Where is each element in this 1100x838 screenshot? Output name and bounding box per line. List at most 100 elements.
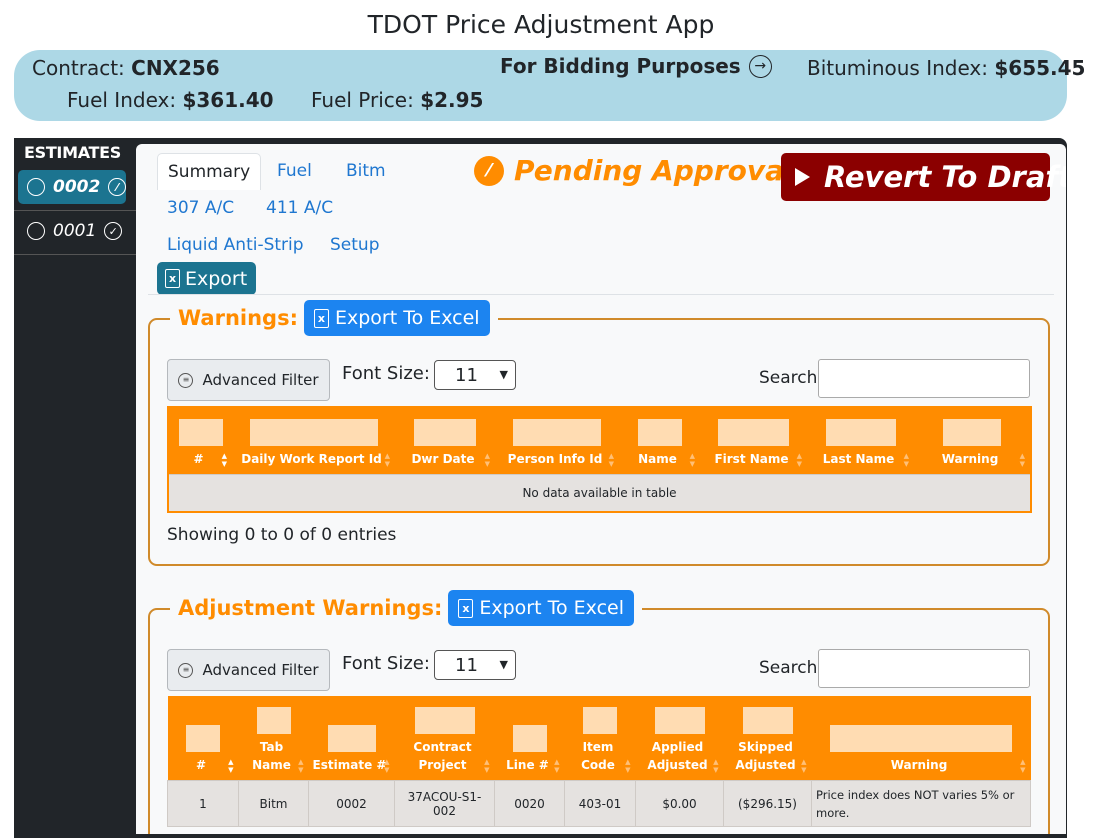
table-cell: Price index does NOT varies 5% or more.	[811, 780, 1031, 827]
chevron-down-icon: ▼	[499, 658, 508, 671]
column-header[interactable]: Warning ▲ ▼	[914, 407, 1031, 475]
excel-file-icon: x	[313, 308, 329, 328]
fuel-price-info: Fuel Price: $2.95	[311, 88, 483, 112]
sort-icon: ▲ ▼	[1019, 452, 1025, 468]
empty-table-message: No data available in table	[167, 474, 1032, 512]
search-input[interactable]	[818, 359, 1030, 398]
warnings-table: # ▲ ▼ Daily Work Report Id ▲ ▼ Dwr Date ▲ ▼ Pe…	[167, 406, 1032, 513]
tab-411-ac[interactable]: 411 A/C	[256, 190, 343, 226]
column-header[interactable]: Line # ▲ ▼	[494, 696, 565, 781]
column-header[interactable]: Skipped Adjusted ▲ ▼	[723, 696, 812, 781]
estimate-label: 0001	[53, 221, 97, 241]
search-label: Search:	[759, 368, 824, 388]
sort-icon: ▲ ▼	[796, 452, 802, 468]
export-button[interactable]: x Export	[157, 262, 257, 295]
table-cell: Bitm	[238, 780, 309, 827]
column-filter-input[interactable]	[943, 419, 1001, 446]
column-header[interactable]: Person Info Id ▲ ▼	[495, 407, 619, 475]
font-size-value: 11	[455, 654, 478, 676]
contract-label: Contract:	[32, 56, 125, 80]
column-header[interactable]: Daily Work Report Id ▲ ▼	[232, 407, 395, 475]
fuel-index-label: Fuel Index:	[67, 88, 177, 112]
pending-icon: ⁄	[108, 178, 126, 196]
column-filter-input[interactable]	[825, 419, 896, 446]
font-size-select[interactable]: 11 ▼	[434, 650, 516, 680]
sort-icon: ▲ ▼	[384, 758, 390, 774]
warnings-title: Warnings:	[178, 306, 298, 330]
revert-label: Revert To Draft	[824, 160, 1066, 194]
column-filter-input[interactable]	[414, 707, 475, 734]
table-cell: 403-01	[564, 780, 636, 827]
column-filter-input[interactable]	[637, 419, 682, 446]
advanced-filter-button[interactable]: ≡ Advanced Filter	[167, 359, 330, 401]
bidding-purposes-link[interactable]: For Bidding Purposes →	[500, 54, 772, 78]
column-filter-input[interactable]	[718, 419, 789, 446]
column-header[interactable]: Item Code ▲ ▼	[564, 696, 636, 781]
sidebar-divider	[14, 210, 145, 211]
column-filter-input[interactable]	[654, 707, 705, 734]
advanced-filter-label: Advanced Filter	[202, 371, 319, 389]
column-header[interactable]: Estimate # ▲ ▼	[308, 696, 395, 781]
column-filter-input[interactable]	[513, 419, 601, 446]
tab-liquid-anti-strip[interactable]: Liquid Anti-Strip	[157, 227, 314, 263]
main-panel: Summary Fuel Bitm 307 A/C 411 A/C Liquid…	[136, 144, 1066, 834]
column-header[interactable]: Tab Name ▲ ▼	[238, 696, 309, 781]
sort-icon: ▲ ▼	[228, 758, 234, 774]
column-filter-input[interactable]	[512, 725, 547, 752]
column-header[interactable]: # ▲ ▼	[168, 407, 232, 475]
status-indicator: ⁄ Pending Approval	[474, 154, 794, 187]
column-filter-input[interactable]	[327, 725, 376, 752]
column-header[interactable]: Last Name ▲ ▼	[807, 407, 914, 475]
estimate-label: 0002	[53, 177, 101, 197]
warnings-export-excel-button[interactable]: x Export To Excel	[303, 300, 490, 336]
contract-value: CNX256	[131, 56, 220, 80]
sort-icon: ▲ ▼	[221, 452, 227, 468]
column-header[interactable]: Name ▲ ▼	[619, 407, 700, 475]
contract-info: Contract: CNX256	[32, 56, 220, 80]
table-row[interactable]: 1 Bitm 0002 37ACOU-S1-002 0020 403-01 $0…	[167, 780, 1031, 827]
column-header[interactable]: First Name ▲ ▼	[700, 407, 807, 475]
sidebar-divider	[14, 254, 145, 255]
column-filter-input[interactable]	[583, 707, 617, 734]
table-cell: ($296.15)	[723, 780, 812, 827]
tab-summary[interactable]: Summary	[157, 153, 262, 190]
tab-divider	[148, 294, 1054, 295]
advanced-filter-button[interactable]: ≡ Advanced Filter	[167, 649, 330, 691]
tab-setup[interactable]: Setup	[320, 227, 389, 263]
tab-fuel[interactable]: Fuel	[267, 153, 322, 189]
search-input[interactable]	[818, 649, 1030, 688]
sidebar-title: ESTIMATES	[23, 143, 122, 162]
font-size-value: 11	[455, 364, 478, 386]
sort-icon: ▲ ▼	[713, 758, 719, 774]
pending-icon: ⁄	[474, 155, 504, 186]
revert-to-draft-button[interactable]: Revert To Draft	[781, 153, 1066, 201]
adjustment-warnings-title: Adjustment Warnings:	[178, 596, 443, 620]
column-header[interactable]: Contract Project ▲ ▼	[394, 696, 495, 781]
table-header-row: # ▲ ▼ Tab Name ▲ ▼ Estimate # ▲ ▼ Contract Pro…	[167, 696, 1031, 781]
fuel-index-info: Fuel Index: $361.40	[67, 88, 274, 112]
bidding-purposes-label: For Bidding Purposes	[500, 54, 741, 78]
tab-307-ac[interactable]: 307 A/C	[157, 190, 244, 226]
column-header[interactable]: # ▲ ▼	[167, 696, 239, 781]
column-filter-input[interactable]	[186, 725, 220, 752]
sort-icon: ▲ ▼	[298, 758, 304, 774]
estimate-item-0001[interactable]: 0001 ✓	[18, 214, 126, 248]
column-filter-input[interactable]	[178, 419, 223, 446]
column-filter-input[interactable]	[256, 707, 291, 734]
column-header[interactable]: Dwr Date ▲ ▼	[395, 407, 495, 475]
column-filter-input[interactable]	[830, 725, 1012, 752]
column-filter-input[interactable]	[414, 419, 476, 446]
radio-icon	[27, 222, 45, 240]
check-icon: ✓	[104, 222, 123, 240]
export-excel-label: Export To Excel	[479, 597, 624, 619]
column-header[interactable]: Warning ▲ ▼	[811, 696, 1031, 781]
adjustment-export-excel-button[interactable]: x Export To Excel	[448, 590, 634, 626]
column-header[interactable]: Applied Adjusted ▲ ▼	[635, 696, 724, 781]
contract-info-banner: Contract: CNX256 For Bidding Purposes → …	[14, 50, 1085, 121]
column-filter-input[interactable]	[249, 419, 378, 446]
estimate-item-0002[interactable]: 0002 ⁄	[18, 170, 126, 204]
fuel-price-label: Fuel Price:	[311, 88, 414, 112]
column-filter-input[interactable]	[742, 707, 793, 734]
font-size-select[interactable]: 11 ▼	[434, 360, 516, 390]
tab-bitm[interactable]: Bitm	[336, 153, 396, 189]
